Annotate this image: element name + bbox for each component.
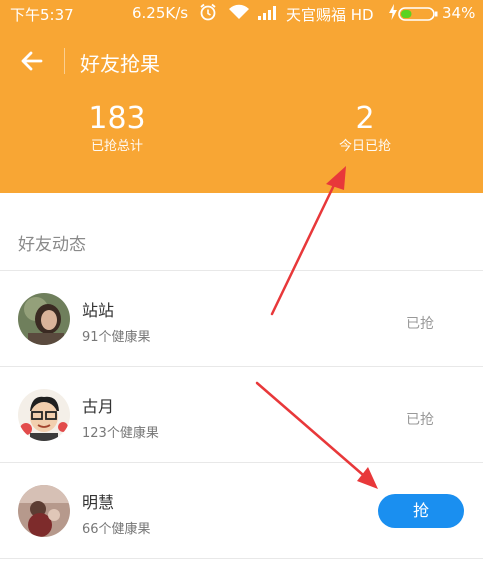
grabbed-status: 已抢 — [406, 316, 434, 332]
header: 下午5:37 6.25K/s 天官赐福 HD 34% 好友抢果 183 已抢总计… — [0, 0, 483, 193]
page-title: 好友抢果 — [80, 52, 160, 76]
friend-fruit-count: 123个健康果 — [82, 426, 159, 441]
carrier-label: 天官赐福 HD — [286, 6, 374, 24]
today-grabbed-label: 今日已抢 — [338, 139, 391, 154]
avatar — [18, 293, 70, 345]
network-speed: 6.25K/s — [132, 4, 189, 22]
avatar — [18, 389, 70, 441]
signal-icon — [258, 6, 280, 24]
battery-icon — [398, 7, 438, 25]
grabbed-status: 已抢 — [406, 412, 434, 428]
section-title: 好友动态 — [18, 235, 86, 255]
friend-row[interactable]: 明慧 66个健康果 抢 — [0, 462, 483, 559]
battery-percent: 34% — [442, 4, 476, 22]
status-bar: 下午5:37 6.25K/s 天官赐福 HD 34% — [0, 0, 483, 27]
status-time: 下午5:37 — [10, 6, 74, 24]
friend-name: 站站 — [82, 301, 115, 320]
friend-name: 古月 — [82, 397, 115, 416]
friend-row[interactable]: 古月 123个健康果 已抢 — [0, 366, 483, 462]
avatar — [18, 485, 70, 537]
back-arrow-icon — [21, 51, 43, 71]
total-grabbed-label: 已抢总计 — [90, 139, 143, 154]
back-button[interactable] — [16, 44, 52, 78]
friend-fruit-count: 66个健康果 — [82, 522, 151, 537]
total-grabbed-stat: 183 已抢总计 — [37, 100, 197, 156]
alarm-icon — [198, 2, 218, 26]
grab-button[interactable]: 抢 — [378, 494, 464, 528]
title-divider — [64, 48, 65, 74]
friend-fruit-count: 91个健康果 — [82, 330, 151, 345]
charging-bolt-icon — [389, 4, 397, 24]
total-grabbed-value: 183 — [88, 101, 146, 136]
today-grabbed-value: 2 — [355, 101, 375, 136]
friend-row[interactable]: 站站 91个健康果 已抢 — [0, 270, 483, 366]
friend-name: 明慧 — [82, 493, 115, 512]
today-grabbed-stat: 2 今日已抢 — [285, 100, 445, 156]
wifi-icon — [228, 4, 250, 24]
